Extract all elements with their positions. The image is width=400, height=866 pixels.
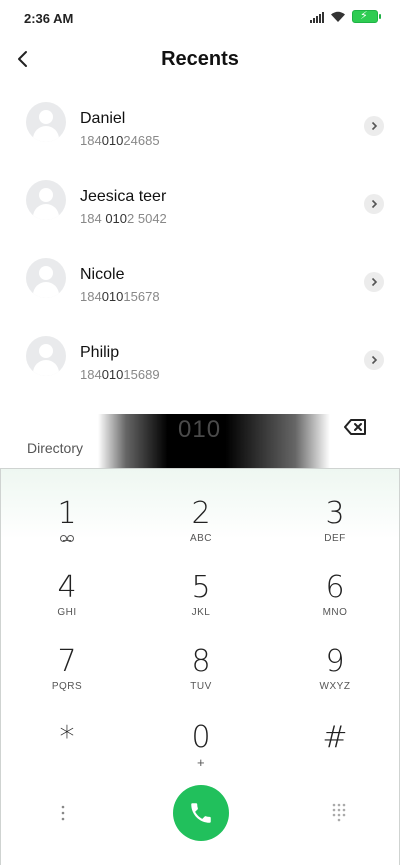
dial-key-4[interactable]: 4 GHI [7, 571, 127, 637]
key-digit: 7 [57, 644, 77, 679]
dial-key-8[interactable]: 8 TUV [141, 645, 261, 711]
page-title: Recents [161, 48, 239, 70]
signal-icon [310, 11, 324, 23]
key-letters: JKL [191, 607, 211, 618]
key-letters: MNO [322, 607, 348, 618]
contact-name: Jeesica teer [80, 188, 167, 205]
key-letters: GHI [57, 607, 77, 618]
number-match: 010 [105, 211, 128, 226]
dial-key-1[interactable]: 1 [7, 497, 127, 563]
status-bar: 2:36 AM ⚡ [0, 0, 400, 36]
chevron-right-icon [371, 355, 378, 365]
contact-row[interactable]: Philip 18401015689 [0, 322, 400, 400]
contact-number: 184 0102 5042 [80, 211, 167, 226]
contact-row[interactable]: Nicole 18401015678 [0, 244, 400, 322]
contact-detail-button[interactable] [364, 194, 384, 214]
dial-key-3[interactable]: 3 DEF [275, 497, 395, 563]
key-letters: + [196, 755, 206, 770]
chevron-right-icon [371, 277, 378, 287]
contact-number: 18401015678 [80, 289, 160, 304]
number-match: 010 [101, 133, 124, 148]
wifi-icon [331, 11, 345, 22]
avatar [26, 258, 66, 298]
dial-key-2[interactable]: 2 ABC [141, 497, 261, 563]
key-digit: 9 [325, 644, 345, 679]
key-digit: 3 [325, 496, 345, 531]
key-digit: 2 [191, 496, 211, 531]
contact-number: 18401015689 [80, 367, 160, 382]
contact-name: Daniel [80, 110, 126, 127]
contact-detail-button[interactable] [364, 116, 384, 136]
contact-row[interactable]: Daniel 18401024685 [0, 88, 400, 166]
header: Recents [0, 36, 400, 86]
dial-key-star[interactable]: * [7, 721, 127, 787]
directory-label[interactable]: Directory [27, 440, 83, 456]
chevron-right-icon [371, 121, 378, 131]
more-options-icon[interactable] [51, 801, 75, 825]
voicemail-icon [60, 535, 74, 542]
key-letters: WXYZ [319, 681, 351, 692]
key-digit: * [59, 720, 75, 755]
recents-list: Daniel 18401024685 Jeesica teer 184 0102… [0, 88, 400, 400]
number-input-area: 010 Directory [0, 412, 400, 470]
dialpad-toggle-icon[interactable] [327, 801, 351, 825]
status-icons: ⚡ [310, 9, 381, 23]
contact-row[interactable]: Jeesica teer 184 0102 5042 [0, 166, 400, 244]
chevron-right-icon [371, 199, 378, 209]
key-letters: TUV [190, 681, 212, 692]
dial-key-0[interactable]: 0 + [141, 721, 261, 787]
key-letters: ABC [189, 533, 213, 544]
dial-key-9[interactable]: 9 WXYZ [275, 645, 395, 711]
dialpad: 1 2 ABC 3 DEF 4 GHI 5 JKL 6 MNO 7 PQRS 8… [0, 468, 400, 865]
phone-icon [191, 803, 211, 823]
backspace-icon[interactable] [344, 418, 368, 436]
battery-charging-icon: ⚡ [352, 9, 381, 23]
call-button[interactable] [173, 785, 229, 841]
typed-number[interactable]: 010 [178, 416, 221, 444]
key-digit: # [322, 720, 348, 755]
contact-detail-button[interactable] [364, 272, 384, 292]
key-digit: 5 [191, 570, 211, 605]
key-letters: PQRS [51, 681, 83, 692]
dial-key-7[interactable]: 7 PQRS [7, 645, 127, 711]
key-digit: 1 [57, 496, 77, 531]
contact-detail-button[interactable] [364, 350, 384, 370]
number-match: 010 [101, 367, 124, 382]
avatar [26, 102, 66, 142]
key-letters: DEF [324, 533, 346, 544]
dial-key-hash[interactable]: # [275, 721, 395, 787]
key-digit: 8 [191, 644, 211, 679]
key-digit: 0 [191, 720, 211, 755]
key-digit: 6 [325, 570, 345, 605]
dial-key-5[interactable]: 5 JKL [141, 571, 261, 637]
status-time: 2:36 AM [24, 11, 74, 26]
dial-key-6[interactable]: 6 MNO [275, 571, 395, 637]
contact-number: 18401024685 [80, 133, 160, 148]
contact-name: Nicole [80, 266, 125, 283]
avatar [26, 336, 66, 376]
number-match: 010 [101, 289, 124, 304]
contact-name: Philip [80, 344, 120, 361]
key-digit: 4 [57, 570, 77, 605]
avatar [26, 180, 66, 220]
